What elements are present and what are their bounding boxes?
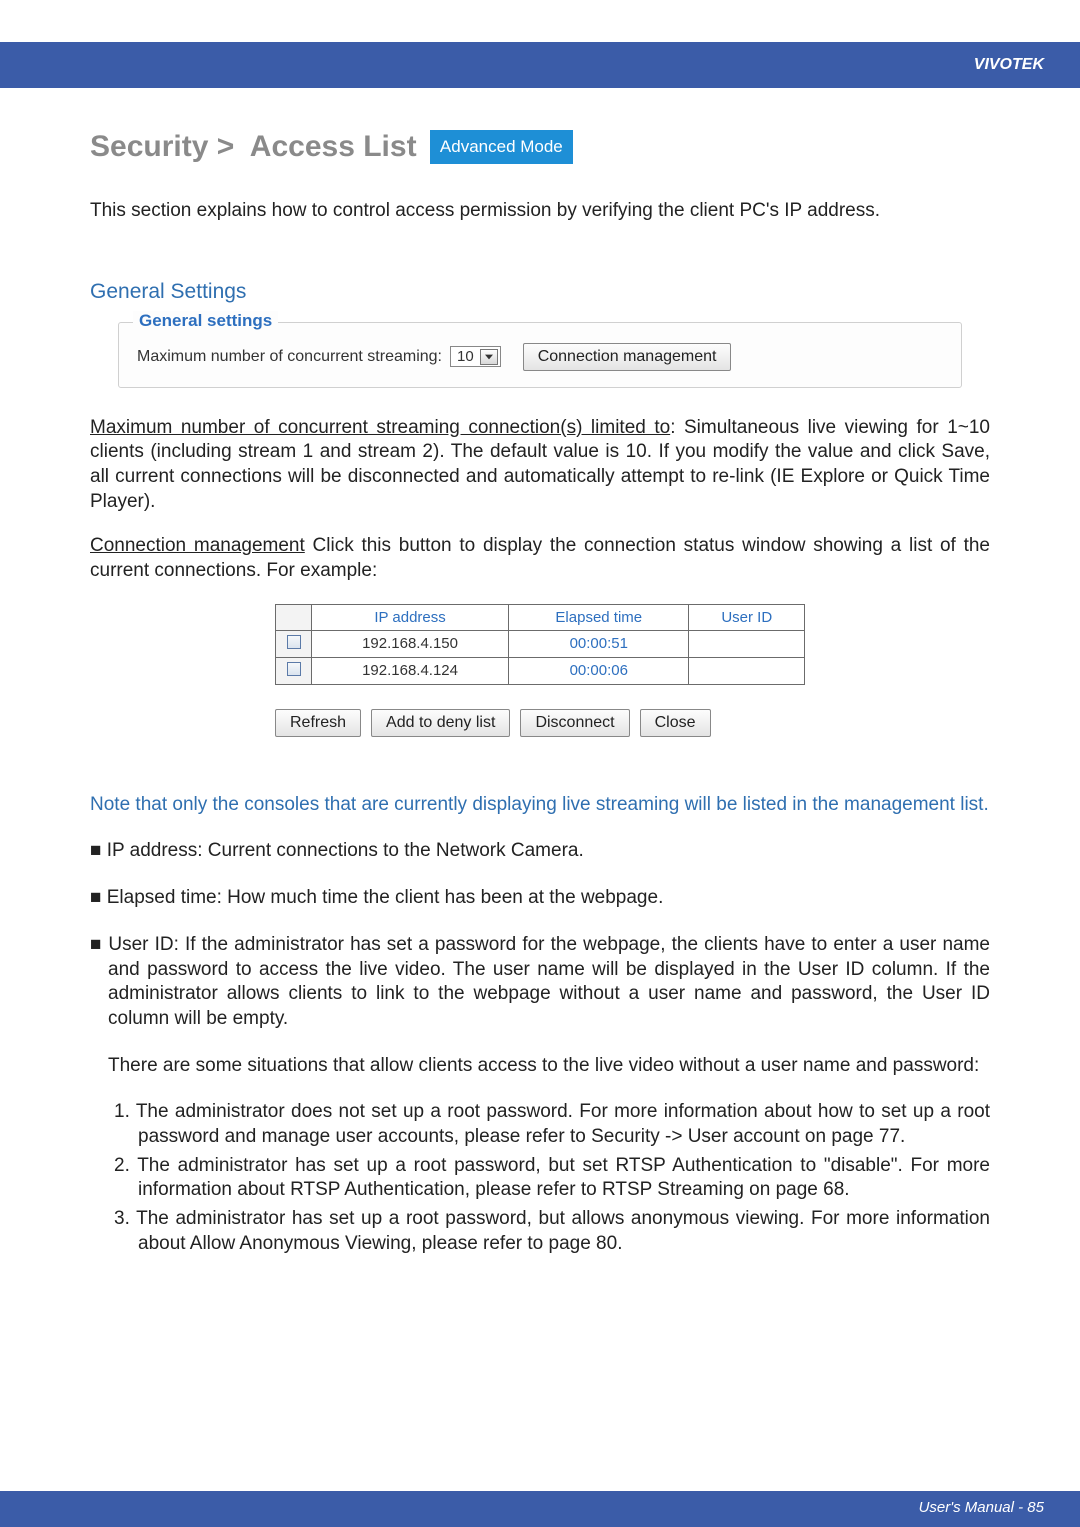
situation-1: 1. The administrator does not set up a r… — [114, 1100, 990, 1149]
user-id-bullet: ■ User ID: If the administrator has set … — [90, 933, 990, 1032]
close-button[interactable]: Close — [640, 709, 711, 737]
checkbox-header — [276, 604, 312, 630]
situations-lead: There are some situations that allow cli… — [108, 1054, 990, 1079]
situations-list: 1. The administrator does not set up a r… — [114, 1100, 990, 1256]
elapsed-cell: 00:00:06 — [509, 657, 689, 684]
table-button-row: Refresh Add to deny list Disconnect Clos… — [275, 709, 805, 737]
brand-bar: VIVOTEK — [0, 42, 1080, 88]
row-checkbox-cell — [276, 657, 312, 684]
bullet-list: ■ IP address: Current connections to the… — [90, 839, 990, 1256]
table-header-row: IP address Elapsed time User ID — [276, 604, 805, 630]
general-settings-legend: General settings — [133, 311, 278, 331]
connection-management-button[interactable]: Connection management — [523, 343, 732, 371]
management-list-note: Note that only the consoles that are cur… — [90, 793, 990, 818]
row-checkbox-cell — [276, 630, 312, 657]
page-footer: User's Manual - 85 — [0, 1491, 1080, 1527]
elapsed-header: Elapsed time — [509, 604, 689, 630]
intro-paragraph: This section explains how to control acc… — [90, 198, 990, 224]
ip-cell: 192.168.4.150 — [312, 630, 509, 657]
advanced-mode-badge: Advanced Mode — [431, 131, 572, 163]
connection-table-wrapper: IP address Elapsed time User ID 192.168.… — [275, 604, 805, 737]
userid-header: User ID — [689, 604, 805, 630]
userid-cell — [689, 630, 805, 657]
table-row: 192.168.4.150 00:00:51 — [276, 630, 805, 657]
dropdown-value: 10 — [453, 348, 480, 365]
elapsed-time-bullet: ■ Elapsed time: How much time the client… — [90, 886, 990, 911]
userid-cell — [689, 657, 805, 684]
situation-2: 2. The administrator has set up a root p… — [114, 1154, 990, 1203]
add-to-deny-list-button[interactable]: Add to deny list — [371, 709, 510, 737]
disconnect-button[interactable]: Disconnect — [520, 709, 629, 737]
elapsed-cell: 00:00:51 — [509, 630, 689, 657]
table-row: 192.168.4.124 00:00:06 — [276, 657, 805, 684]
max-conn-paragraph: Maximum number of concurrent streaming c… — [90, 416, 990, 515]
max-streaming-dropdown[interactable]: 10 — [450, 346, 501, 367]
checkbox-icon[interactable] — [287, 635, 301, 649]
page-content: Security > Access List Advanced Mode Thi… — [0, 88, 1080, 1256]
connection-table: IP address Elapsed time User ID 192.168.… — [275, 604, 805, 685]
situation-3: 3. The administrator has set up a root p… — [114, 1207, 990, 1256]
general-settings-row: Maximum number of concurrent streaming: … — [137, 343, 943, 371]
ip-cell: 192.168.4.124 — [312, 657, 509, 684]
chevron-down-icon — [480, 349, 498, 365]
brand-text: VIVOTEK — [974, 56, 1044, 73]
checkbox-icon[interactable] — [287, 662, 301, 676]
general-settings-panel: General settings Maximum number of concu… — [118, 322, 962, 388]
general-settings-heading: General Settings — [90, 280, 990, 304]
footer-text: User's Manual - 85 — [919, 1499, 1044, 1516]
conn-mgmt-underline: Connection management — [90, 535, 305, 556]
top-whitespace — [0, 0, 1080, 42]
refresh-button[interactable]: Refresh — [275, 709, 361, 737]
page-title: Security > Access List Advanced Mode — [90, 130, 990, 164]
max-conn-underline: Maximum number of concurrent streaming c… — [90, 417, 670, 438]
conn-mgmt-paragraph: Connection management Click this button … — [90, 534, 990, 583]
ip-address-bullet: ■ IP address: Current connections to the… — [90, 839, 990, 864]
title-text: Security > Access List — [90, 130, 425, 164]
max-streaming-label: Maximum number of concurrent streaming: — [137, 348, 442, 366]
ip-header: IP address — [312, 604, 509, 630]
